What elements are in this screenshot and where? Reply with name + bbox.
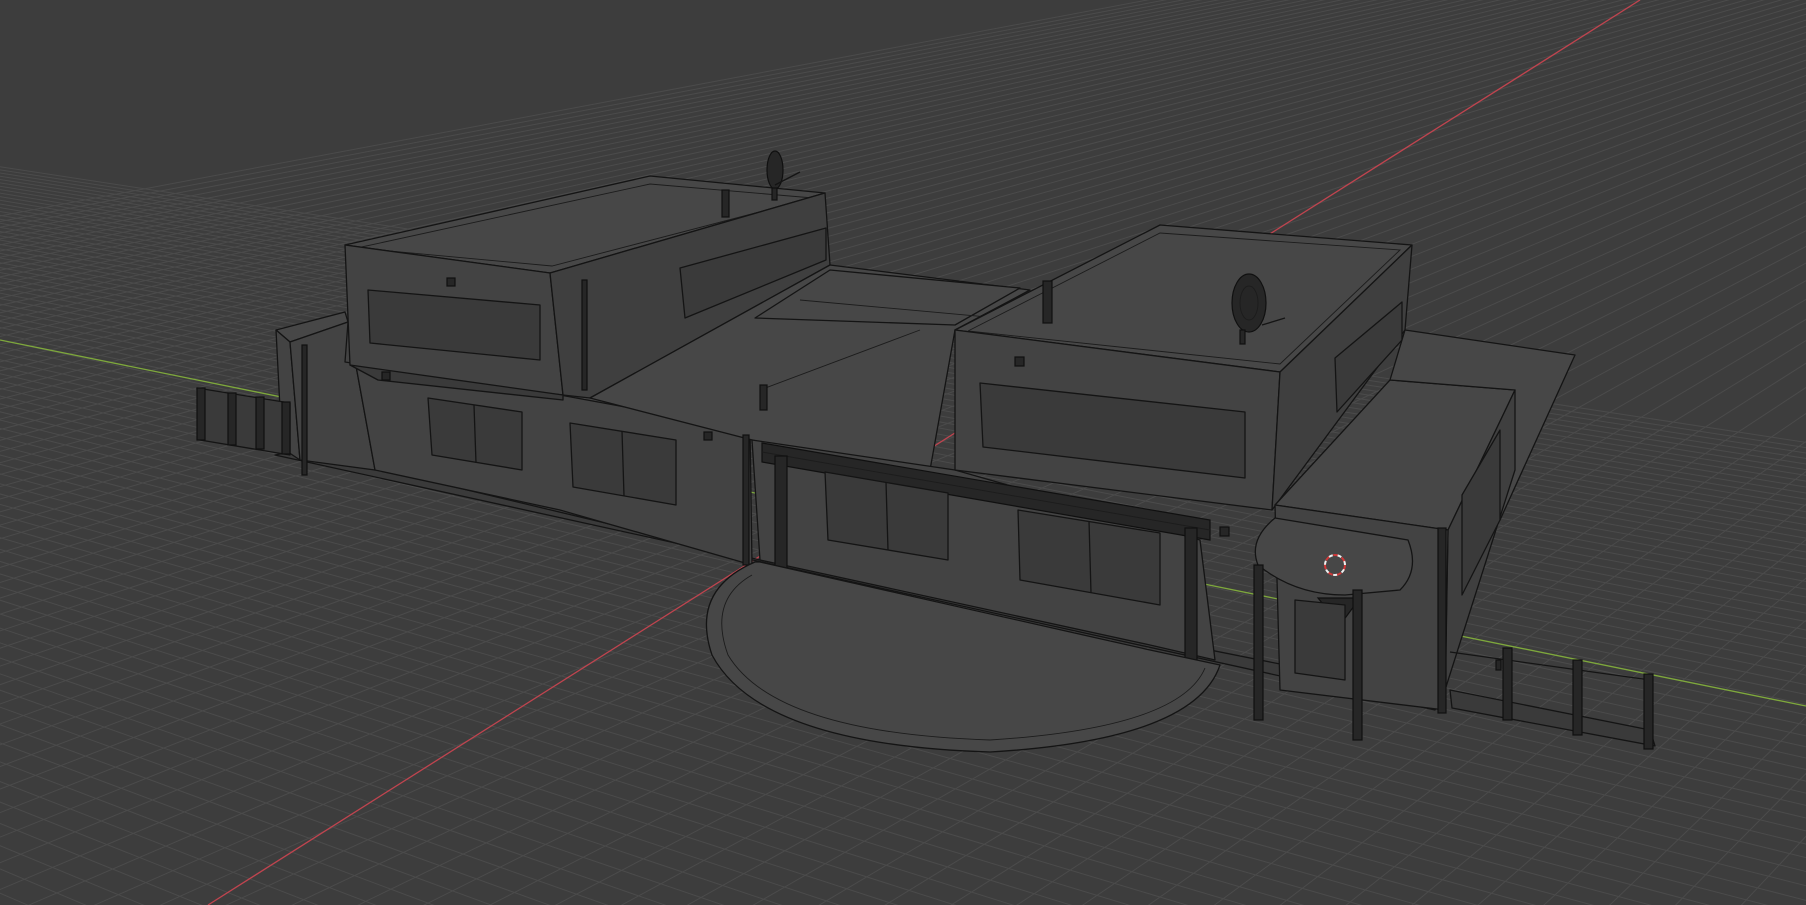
vent xyxy=(703,431,713,441)
3d-viewport[interactable] xyxy=(0,0,1806,905)
chimney-right xyxy=(1042,280,1053,324)
right-wing-post xyxy=(1437,527,1447,714)
chimney-left xyxy=(721,189,730,218)
viewport-canvas[interactable] xyxy=(0,0,1806,905)
vent xyxy=(1219,526,1230,537)
entrance-post-left xyxy=(1253,564,1264,721)
vent xyxy=(1014,356,1025,367)
downpipe-upper xyxy=(581,279,588,391)
pergola-post-right xyxy=(1184,527,1198,669)
chimney-center xyxy=(759,384,768,411)
downpipe-center xyxy=(742,434,750,566)
pergola-post-left xyxy=(774,455,788,577)
house-model[interactable] xyxy=(274,150,1576,753)
vent xyxy=(381,371,391,381)
grid-line xyxy=(0,822,203,905)
downpipe-left xyxy=(301,344,308,476)
entrance-post-right xyxy=(1352,589,1363,741)
vent xyxy=(446,277,456,287)
entrance-door xyxy=(1294,599,1346,681)
